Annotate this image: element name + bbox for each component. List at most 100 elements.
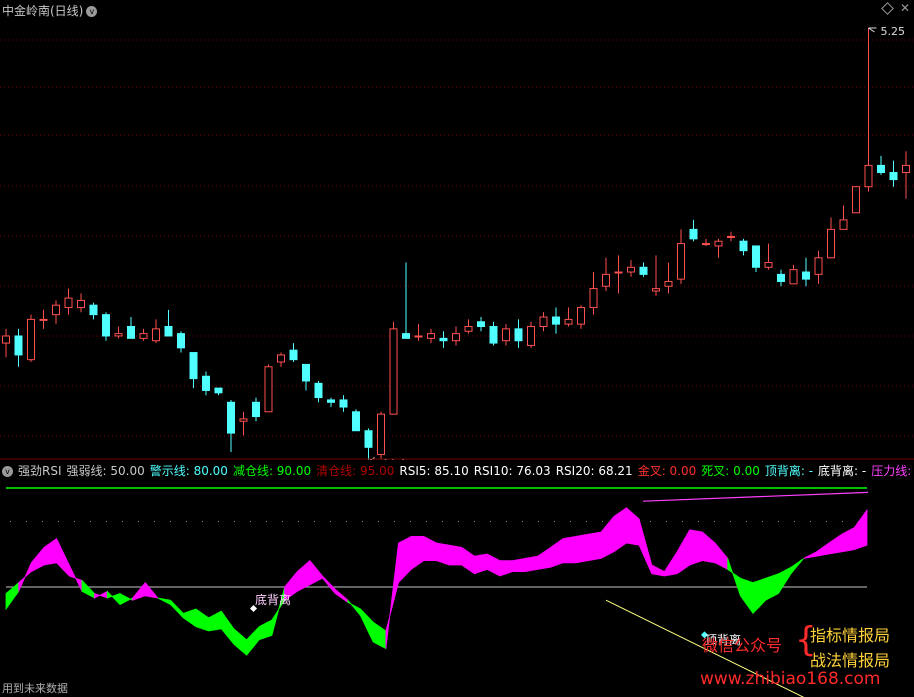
candle-body xyxy=(52,304,60,316)
candle-body xyxy=(664,280,673,287)
indicator-value: RSI10: 76.03 xyxy=(473,464,551,478)
warning-dot xyxy=(778,521,779,522)
candle-body xyxy=(227,401,235,434)
warning-dot xyxy=(106,521,107,522)
candle-body xyxy=(64,297,73,309)
warning-dot xyxy=(474,521,475,522)
warning-dot xyxy=(186,521,187,522)
candle-body xyxy=(2,335,10,344)
candle-body xyxy=(364,430,373,448)
candle-body xyxy=(252,401,260,418)
rsi-band xyxy=(94,590,108,599)
warning-dot xyxy=(298,521,299,522)
candle-body xyxy=(877,164,885,174)
candle-body xyxy=(239,418,248,422)
warning-dot xyxy=(250,521,251,522)
candle-body xyxy=(27,318,35,361)
candle-body xyxy=(727,235,735,238)
candle-body xyxy=(752,245,760,268)
warning-dot xyxy=(698,521,699,522)
warning-dot xyxy=(794,521,795,522)
candle-body xyxy=(89,304,98,316)
candle-body xyxy=(527,326,535,346)
candle-body xyxy=(464,326,473,332)
candle-body xyxy=(164,326,173,337)
warning-dot xyxy=(26,521,27,522)
candle-body xyxy=(452,333,460,342)
candle-body xyxy=(402,333,410,339)
rsi-band xyxy=(385,507,729,649)
candle-body xyxy=(652,288,660,292)
candle-body xyxy=(352,411,360,432)
indicator-options-icon[interactable]: v xyxy=(2,466,13,477)
candle-body xyxy=(214,387,223,394)
warning-dot xyxy=(730,521,731,522)
candle-body xyxy=(202,375,210,391)
indicator-value: 清仓线: 95.00 xyxy=(316,464,395,478)
candle-body xyxy=(127,326,135,339)
candle-body xyxy=(552,316,560,325)
warning-dot xyxy=(122,521,123,522)
indicator-value: 底背离: - xyxy=(818,464,867,478)
warning-dot xyxy=(74,521,75,522)
candle-body xyxy=(902,164,910,174)
candle-body xyxy=(302,363,310,382)
candle-body xyxy=(739,240,748,252)
warning-dot xyxy=(506,521,507,522)
high-marker xyxy=(868,27,877,33)
warning-dot xyxy=(154,521,155,522)
candle-body xyxy=(677,243,685,280)
warning-dot xyxy=(346,521,347,522)
candle-body xyxy=(689,228,698,240)
warning-dot xyxy=(202,521,203,522)
indicator-value: 警示线: 80.00 xyxy=(149,464,228,478)
warning-dot xyxy=(842,521,843,522)
warning-dot xyxy=(442,521,443,522)
candle-body xyxy=(152,328,160,342)
indicator-value: 强劲RSI xyxy=(18,464,62,478)
watermark-line2: 战法情报局 xyxy=(810,651,891,670)
warning-dot xyxy=(138,521,139,522)
indicator-header: v 强劲RSI 强弱线: 50.00 警示线: 80.00 减仓线: 90.00 清仓线:… xyxy=(0,462,914,478)
candle-body xyxy=(564,318,573,325)
warning-dot xyxy=(378,521,379,522)
candle-body xyxy=(777,273,785,282)
candle-body xyxy=(389,328,398,415)
rsi-band xyxy=(347,599,387,650)
candle-body xyxy=(577,307,585,325)
warning-dot xyxy=(810,521,811,522)
candle-body xyxy=(427,333,435,339)
rsi-band xyxy=(284,560,349,604)
candle-body xyxy=(177,333,185,349)
high-label: 5.25 xyxy=(881,25,906,38)
bottom-divergence-label: 底背离 xyxy=(255,592,291,607)
candle-body xyxy=(889,172,898,181)
candle-body xyxy=(264,366,273,413)
candlestick-chart[interactable]: 5.253.57 xyxy=(0,0,914,460)
warning-dot xyxy=(714,521,715,522)
indicator-value: 压力线: 85.4 xyxy=(871,464,914,478)
candle-body xyxy=(189,352,198,380)
indicator-value: 减仓线: 90.00 xyxy=(232,464,312,478)
rsi-indicator-chart[interactable]: 底背离顶背离 xyxy=(0,478,914,697)
rsi-band xyxy=(81,579,95,599)
warning-dot xyxy=(10,521,11,522)
candle-body xyxy=(639,266,648,275)
indicator-value: 顶背离: - xyxy=(764,464,814,478)
warning-dot xyxy=(394,521,395,522)
candle-body xyxy=(839,219,848,230)
candle-body xyxy=(377,413,385,455)
candle-body xyxy=(864,164,873,188)
warning-dot xyxy=(458,521,459,522)
indicator-value: 金叉: 0.00 xyxy=(637,464,697,478)
warning-dot xyxy=(314,521,315,522)
warning-dot xyxy=(426,521,427,522)
warning-dot xyxy=(570,521,571,522)
warning-dot xyxy=(170,521,171,522)
candle-body xyxy=(439,337,448,342)
warning-dot xyxy=(650,521,651,522)
indicator-value: 强弱线: 50.00 xyxy=(66,464,145,478)
candle-body xyxy=(627,266,635,273)
warning-dot xyxy=(762,521,763,522)
watermark-line1: 指标情报局 xyxy=(810,626,891,645)
